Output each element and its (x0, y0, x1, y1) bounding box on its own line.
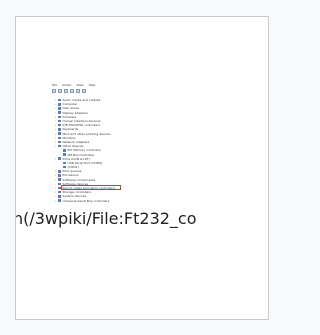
device-icon (58, 98, 61, 102)
image-frame: File Action View Help › Audio inputs and … (15, 16, 269, 320)
toolbar (52, 89, 86, 94)
device-icon (58, 174, 61, 177)
chevron-right-icon[interactable]: › (55, 157, 57, 161)
device-icon (58, 170, 61, 173)
broken-image-url[interactable]: n(/3wpiki/File:Ft232_co (16, 208, 197, 230)
tree-node[interactable]: › Universal Serial Bus controllers (55, 199, 141, 203)
device-icon (58, 111, 61, 114)
device-icon (58, 107, 61, 110)
menu-bar: File Action View Help (52, 83, 95, 88)
menu-action[interactable]: Action (62, 83, 71, 88)
device-icon (58, 199, 61, 202)
device-icon (58, 136, 61, 140)
device-icon (58, 195, 61, 198)
scan-icon[interactable] (76, 89, 80, 93)
chevron-right-icon[interactable]: › (55, 144, 57, 148)
device-icon (58, 157, 61, 160)
device-icon (58, 140, 61, 144)
device-icon (58, 178, 61, 181)
page: { "thumbnail": { "menu": ["File", "Actio… (0, 0, 284, 335)
tree-node-label: Universal Serial Bus controllers (62, 198, 110, 203)
device-icon (58, 144, 61, 148)
properties-icon[interactable] (64, 89, 68, 93)
device-icon (63, 165, 66, 169)
device-icon (58, 115, 61, 119)
device-icon (58, 119, 61, 123)
chevron-right-icon[interactable]: › (55, 199, 57, 203)
broken-image-link[interactable]: n(/3wpiki/File:Ft232_co (16, 208, 268, 230)
device-icon (58, 123, 61, 127)
forward-icon[interactable] (58, 89, 62, 93)
back-icon[interactable] (52, 89, 56, 93)
device-icon (58, 190, 61, 194)
device-icon (63, 161, 66, 165)
menu-help[interactable]: Help (89, 83, 96, 88)
menu-view[interactable]: View (76, 83, 83, 88)
device-icon (58, 103, 61, 106)
monitor-icon[interactable] (82, 89, 86, 93)
red-highlight-box (61, 185, 121, 190)
device-icon (58, 132, 61, 135)
menu-file[interactable]: File (52, 83, 57, 88)
device-icon (63, 149, 66, 152)
help-icon[interactable] (70, 89, 74, 93)
device-icon (58, 128, 61, 131)
device-icon (63, 153, 66, 156)
